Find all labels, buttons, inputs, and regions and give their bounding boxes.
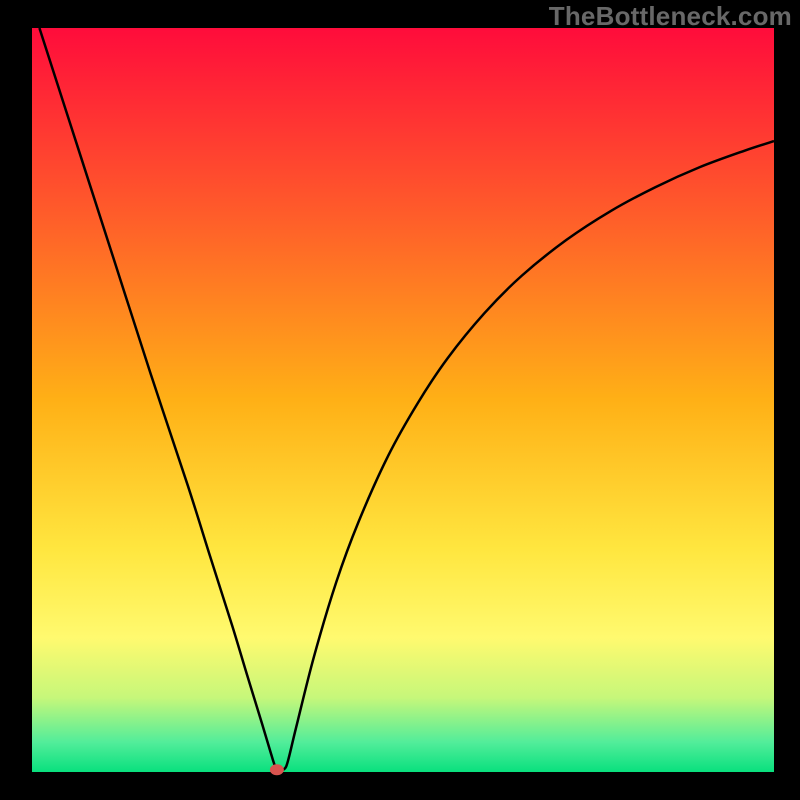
chart-container: TheBottleneck.com: [0, 0, 800, 800]
bottleneck-chart: [0, 0, 800, 800]
plot-area: [32, 28, 774, 772]
watermark-text: TheBottleneck.com: [549, 1, 792, 32]
optimal-marker: [270, 764, 284, 775]
